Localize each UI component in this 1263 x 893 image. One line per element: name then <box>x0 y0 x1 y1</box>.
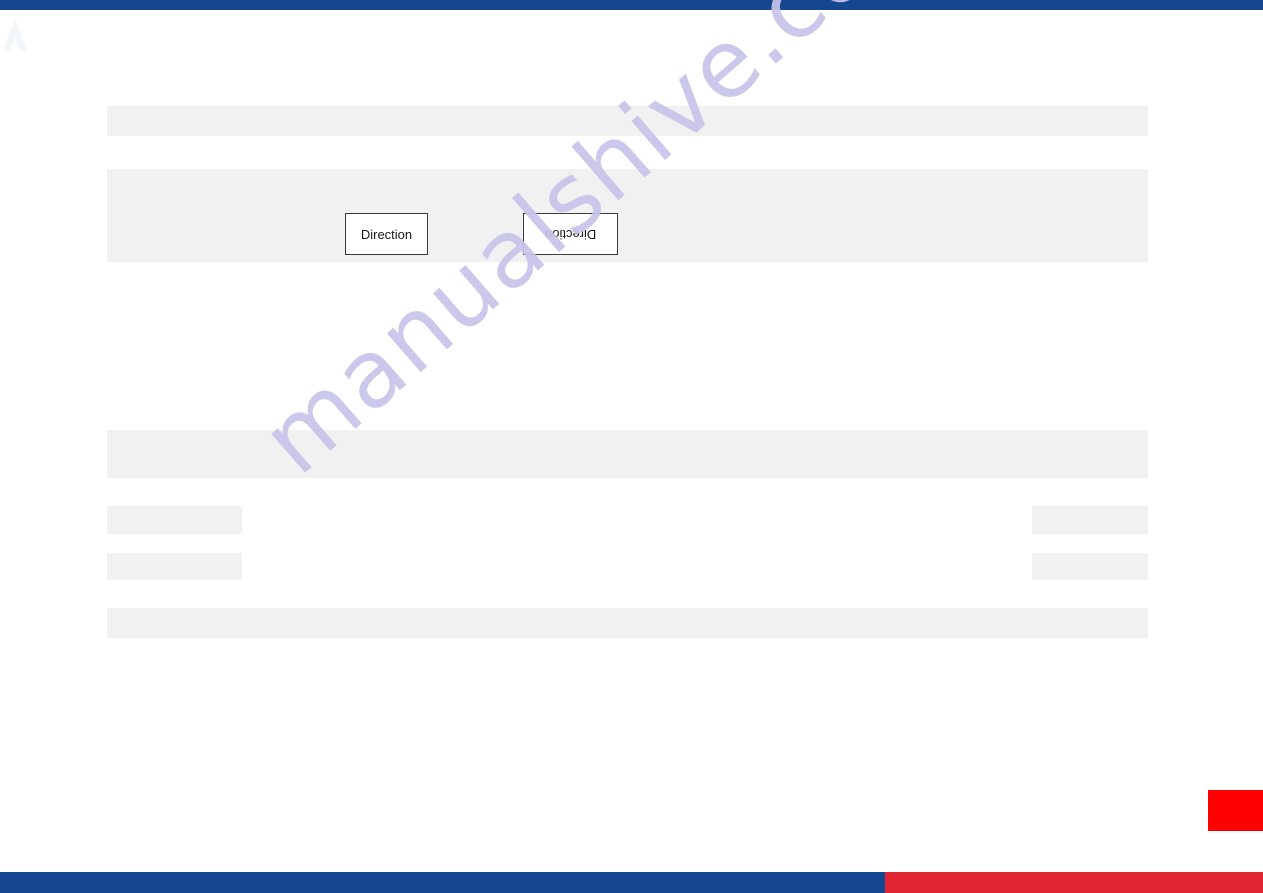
direction-box-reverse-label: Direction <box>544 226 597 242</box>
direction-box-reverse: Direction <box>523 213 618 255</box>
heading-placeholder-block <box>107 106 1148 136</box>
document-page: Direction Direction manualshive.com <box>0 0 1263 893</box>
bottom-accent-bar <box>0 872 1263 893</box>
footer-note-placeholder-block <box>107 608 1148 638</box>
direction-figure: Direction Direction <box>107 169 1148 262</box>
page-tab-marker <box>1208 790 1263 831</box>
body-placeholder-block-1 <box>107 430 1148 478</box>
caption-placeholder-left-1 <box>107 506 242 534</box>
caption-placeholder-left-2 <box>107 553 242 580</box>
brand-logo-icon <box>2 18 28 52</box>
caption-placeholder-right-1 <box>1032 506 1148 534</box>
caption-placeholder-right-2 <box>1032 553 1148 580</box>
bottom-bar-red-segment <box>885 872 1263 893</box>
top-accent-bar <box>0 0 1263 10</box>
direction-box-forward: Direction <box>345 213 428 255</box>
direction-box-forward-label: Direction <box>360 226 413 242</box>
bottom-bar-blue-segment <box>0 872 885 893</box>
